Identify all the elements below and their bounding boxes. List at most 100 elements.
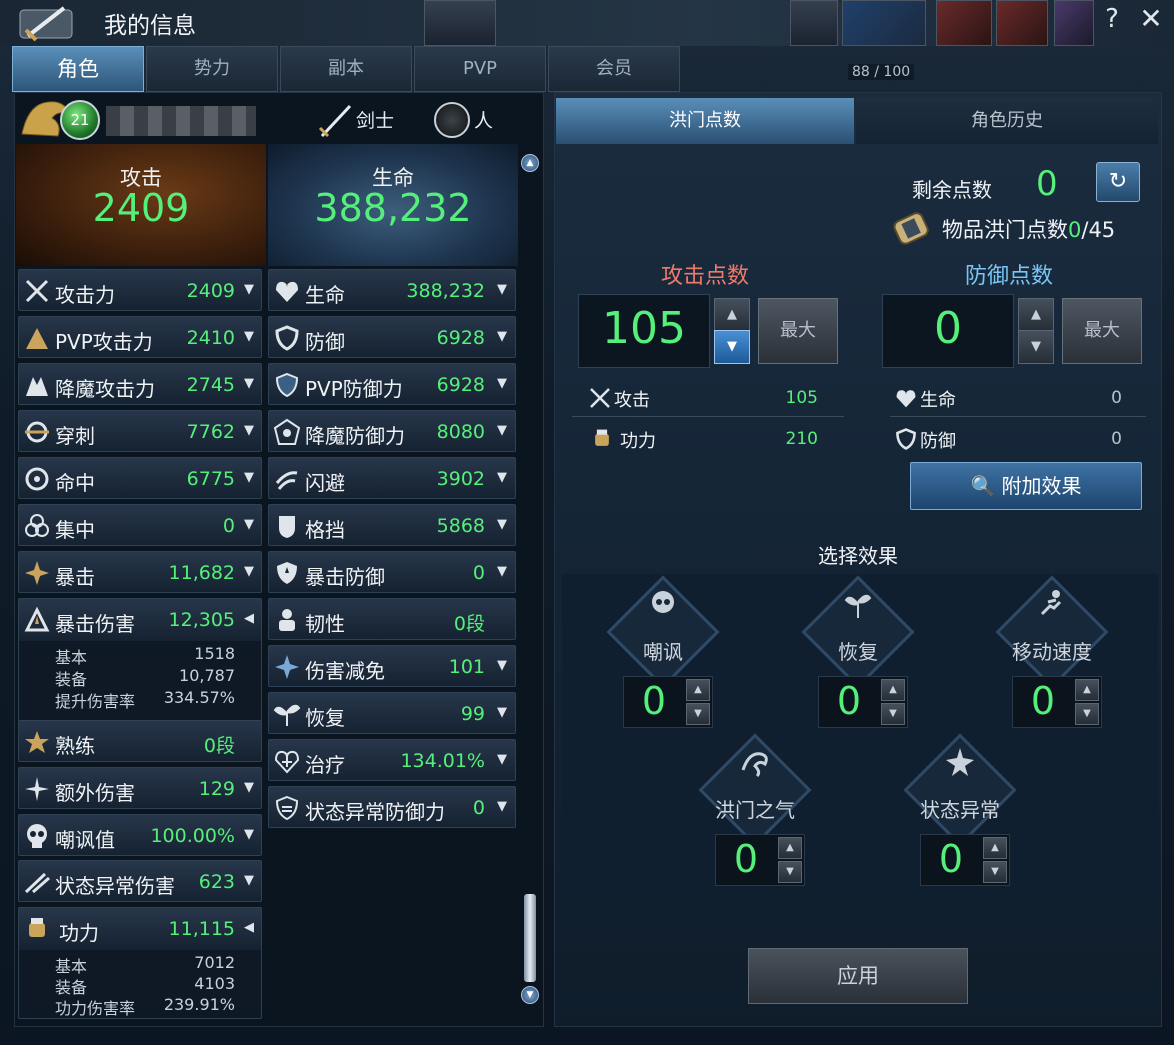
effect-label: 恢复 (838, 640, 878, 664)
reset-button[interactable]: ↻ (1096, 162, 1140, 202)
dropdown-arrow-icon[interactable]: ▼ (242, 377, 256, 391)
effect-input[interactable]: 0 ▲ ▼ (1012, 676, 1102, 728)
increment-button[interactable]: ▲ (686, 679, 710, 701)
stat-row-attack[interactable]: 攻击力 2409 ▼ (18, 269, 262, 311)
effect-attack-label: 攻击 (614, 390, 650, 411)
apply-button[interactable]: 应用 (748, 948, 968, 1004)
defense-increment-button[interactable]: ▲ (1018, 298, 1054, 332)
tab-dungeon[interactable]: 副本 (280, 46, 412, 92)
collapse-arrow-icon[interactable]: ◀ (242, 921, 256, 935)
effect-input[interactable]: 0 ▲ ▼ (623, 676, 713, 728)
stats-scrollbar[interactable]: ▲ ▼ (521, 150, 539, 1010)
stat-row-evasion[interactable]: 闪避 3902 ▼ (268, 457, 516, 499)
dropdown-arrow-icon[interactable]: ▼ (495, 330, 509, 344)
dropdown-arrow-icon[interactable]: ▼ (495, 518, 509, 532)
tab-hongmen-points[interactable]: 洪门点数 (556, 98, 854, 144)
stat-value: 99 (460, 703, 485, 725)
decrement-button[interactable]: ▼ (686, 703, 710, 725)
stat-row-critical-defense[interactable]: 暴击防御 0 ▼ (268, 551, 516, 593)
decrement-button[interactable]: ▼ (983, 861, 1007, 883)
stat-row-demon-attack[interactable]: 降魔攻击力 2745 ▼ (18, 363, 262, 405)
dropdown-arrow-icon[interactable]: ▼ (495, 471, 509, 485)
stat-value: 7762 (186, 421, 235, 443)
attack-decrement-button[interactable]: ▼ (714, 330, 750, 364)
effect-input[interactable]: 0 ▲ ▼ (715, 834, 805, 886)
stat-row-extra-damage[interactable]: 额外伤害 129 ▼ (18, 767, 262, 809)
dropdown-arrow-icon[interactable]: ▼ (242, 518, 256, 532)
additional-effects-button[interactable]: 🔍 附加效果 (910, 462, 1142, 510)
increment-button[interactable]: ▲ (881, 679, 905, 701)
stat-row-demon-defense[interactable]: 降魔防御力 8080 ▼ (268, 410, 516, 452)
tab-character-history[interactable]: 角色历史 (856, 98, 1158, 144)
dropdown-arrow-icon[interactable]: ▼ (495, 283, 509, 297)
tab-membership[interactable]: 会员 (548, 46, 680, 92)
decrement-button[interactable]: ▼ (881, 703, 905, 725)
stat-row-status-defense[interactable]: 状态异常防御力 0 ▼ (268, 786, 516, 828)
attack-increment-button[interactable]: ▲ (714, 298, 750, 332)
stat-label: 生命 (305, 283, 345, 307)
help-icon[interactable]: ? (1100, 4, 1124, 34)
stat-label: 治疗 (305, 753, 345, 777)
dropdown-arrow-icon[interactable]: ▼ (242, 330, 256, 344)
dropdown-arrow-icon[interactable]: ▼ (495, 800, 509, 814)
defense-max-button[interactable]: 最大 (1062, 298, 1142, 364)
increment-button[interactable]: ▲ (778, 837, 802, 859)
stat-row-heal[interactable]: 治疗 134.01% ▼ (268, 739, 516, 781)
scroll-down-icon[interactable]: ▼ (521, 986, 539, 1004)
stat-row-toughness[interactable]: 韧性 0段 (268, 598, 516, 640)
stat-row-critical[interactable]: 暴击 11,682 ▼ (18, 551, 262, 593)
stat-row-focus[interactable]: 集中 0 ▼ (18, 504, 262, 546)
item-points: 物品洪门点数0/45 (942, 214, 1115, 244)
increment-button[interactable]: ▲ (983, 837, 1007, 859)
stat-row-critical-damage[interactable]: 暴击伤害 12,305 ◀ 基本 1518 装备 10,787 提升伤害率 33… (18, 598, 262, 734)
stat-row-mastery[interactable]: 熟练 0段 (18, 720, 262, 762)
stat-row-defense[interactable]: 防御 6928 ▼ (268, 316, 516, 358)
stat-row-status-damage[interactable]: 状态异常伤害 623 ▼ (18, 860, 262, 902)
stat-row-pvp-attack[interactable]: PVP攻击力 2410 ▼ (18, 316, 262, 358)
stat-row-damage-reduction[interactable]: 伤害减免 101 ▼ (268, 645, 516, 687)
dropdown-arrow-icon[interactable]: ▼ (242, 874, 256, 888)
tab-faction[interactable]: 势力 (146, 46, 278, 92)
regen-sprout-icon (273, 704, 301, 726)
stat-row-taunt[interactable]: 嘲讽值 100.00% ▼ (18, 814, 262, 856)
increment-button[interactable]: ▲ (1075, 679, 1099, 701)
stat-row-accuracy[interactable]: 命中 6775 ▼ (18, 457, 262, 499)
dropdown-arrow-icon[interactable]: ▼ (242, 424, 256, 438)
dropdown-arrow-icon[interactable]: ▼ (495, 424, 509, 438)
stat-row-block[interactable]: 格挡 5868 ▼ (268, 504, 516, 546)
close-icon[interactable]: ✕ (1136, 2, 1166, 35)
stat-row-hp[interactable]: 生命 388,232 ▼ (268, 269, 516, 311)
window-title: 我的信息 (104, 13, 196, 39)
effect-input[interactable]: 0 ▲ ▼ (818, 676, 908, 728)
tab-pvp[interactable]: PVP (414, 46, 546, 92)
effect-input[interactable]: 0 ▲ ▼ (920, 834, 1010, 886)
defense-points-field[interactable]: 0 (882, 294, 1014, 368)
stat-row-pierce[interactable]: 穿刺 7762 ▼ (18, 410, 262, 452)
stat-row-power[interactable]: 功力 11,115 ◀ 基本 7012 装备 4103 功力伤害率 239.91… (18, 907, 262, 1019)
attack-max-button[interactable]: 最大 (758, 298, 838, 364)
dropdown-arrow-icon[interactable]: ▼ (495, 706, 509, 720)
decrement-button[interactable]: ▼ (1075, 703, 1099, 725)
remaining-points-label: 剩余点数 (912, 178, 992, 202)
dropdown-arrow-icon[interactable]: ▼ (242, 828, 256, 842)
dropdown-arrow-icon[interactable]: ▼ (495, 659, 509, 673)
dropdown-arrow-icon[interactable]: ▼ (242, 781, 256, 795)
dropdown-arrow-icon[interactable]: ▼ (242, 471, 256, 485)
attack-points-field[interactable]: 105 (578, 294, 710, 368)
collapse-arrow-icon[interactable]: ◀ (242, 612, 256, 626)
dropdown-arrow-icon[interactable]: ▼ (495, 565, 509, 579)
stat-row-regen[interactable]: 恢复 99 ▼ (268, 692, 516, 734)
sub-value: 1518 (194, 644, 235, 663)
decrement-button[interactable]: ▼ (778, 861, 802, 883)
scroll-thumb[interactable] (524, 894, 536, 982)
defense-decrement-button[interactable]: ▼ (1018, 330, 1054, 364)
effect-value: 0 (641, 679, 667, 723)
dropdown-arrow-icon[interactable]: ▼ (242, 565, 256, 579)
effect-power-label: 功力 (620, 431, 656, 452)
tab-character[interactable]: 角色 (12, 46, 144, 92)
dropdown-arrow-icon[interactable]: ▼ (495, 753, 509, 767)
scroll-up-icon[interactable]: ▲ (521, 154, 539, 172)
dropdown-arrow-icon[interactable]: ▼ (495, 377, 509, 391)
dropdown-arrow-icon[interactable]: ▼ (242, 283, 256, 297)
stat-row-pvp-defense[interactable]: PVP防御力 6928 ▼ (268, 363, 516, 405)
